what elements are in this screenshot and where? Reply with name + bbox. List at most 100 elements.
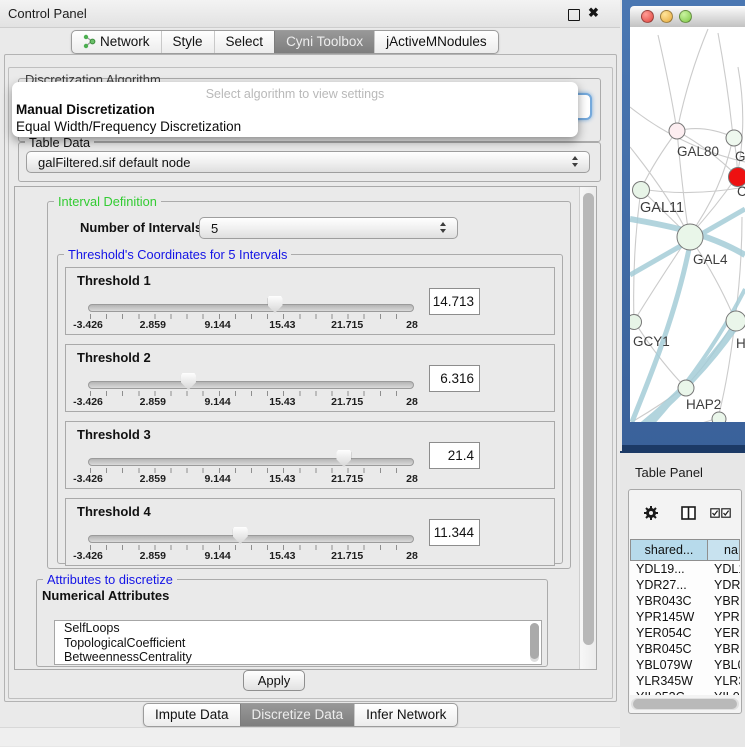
tab-jactivemnodules[interactable]: jActiveMNodules (374, 31, 498, 53)
zoom-traffic-light[interactable] (679, 10, 692, 23)
cell-shared-name[interactable]: YDR27... (630, 577, 708, 593)
attribute-item-selfloops[interactable]: SelfLoops (55, 621, 541, 636)
table-row[interactable]: YBR045CYBR0... (630, 641, 740, 657)
slider-track[interactable] (88, 535, 414, 543)
cell-shared-name[interactable]: YER054C (630, 625, 708, 641)
horizontal-scrollbar-thumb[interactable] (633, 699, 737, 709)
number-of-intervals-combo[interactable]: 5 (199, 217, 458, 239)
close-icon[interactable]: ✖ (588, 5, 599, 21)
table-row[interactable]: YLR345WYLR3... (630, 673, 740, 689)
threshold-slider[interactable]: -3.4262.8599.14415.4321.71528 (66, 345, 554, 411)
node-label-gal4: GAL4 (693, 252, 728, 267)
network-canvas[interactable]: GAL80 GA C GAL11 GAL4 GCY1 H HAP2 (630, 27, 745, 422)
cell-name[interactable]: YIL0... (708, 689, 740, 695)
vertical-scrollbar[interactable] (579, 187, 596, 669)
tick-label: -3.426 (73, 473, 103, 485)
gear-icon[interactable] (643, 505, 659, 521)
node-hap2[interactable] (678, 380, 694, 396)
table-data-combo-value: galFiltered.sif default node (38, 155, 190, 170)
apply-button[interactable]: Apply (243, 670, 305, 691)
cell-name[interactable]: YBR0... (708, 641, 740, 657)
cell-shared-name[interactable]: YBR045C (630, 641, 708, 657)
vertical-scrollbar-thumb[interactable] (583, 193, 594, 645)
algorithm-option-equal-width[interactable]: Equal Width/Frequency Discretization (16, 119, 241, 134)
checkbox-checked-icon[interactable] (721, 508, 731, 518)
tab-select[interactable]: Select (214, 31, 275, 53)
cell-shared-name[interactable]: YBR043C (630, 593, 708, 609)
tick-label: -3.426 (73, 550, 103, 562)
node-top-right[interactable] (726, 130, 742, 146)
control-panel-titlebar: Control Panel ✖ (0, 0, 620, 28)
threshold-value-field[interactable]: 11.344 (429, 519, 480, 546)
tab-infer-network[interactable]: Infer Network (354, 704, 457, 726)
table-row[interactable]: YPR145WYPR1... (630, 609, 740, 625)
tab-discretize-data[interactable]: Discretize Data (240, 704, 355, 726)
tab-cyni-toolbox[interactable]: Cyni Toolbox (274, 31, 374, 53)
column-header-shared-name[interactable]: shared... (630, 539, 708, 561)
node-h[interactable] (726, 311, 745, 331)
threshold-slider[interactable]: -3.4262.8599.14415.4321.71528 (66, 422, 554, 488)
network-window-titlebar[interactable] (630, 6, 745, 28)
slider-track[interactable] (88, 381, 414, 389)
close-traffic-light[interactable] (641, 10, 654, 23)
node-gal11[interactable] (633, 182, 650, 199)
table-panel-title: Table Panel (635, 465, 703, 480)
cell-name[interactable]: YDL1... (708, 561, 740, 577)
node-gal4[interactable] (677, 224, 703, 250)
cell-shared-name[interactable]: YPR145W (630, 609, 708, 625)
attributes-group: Attributes to discretize Numerical Attri… (36, 579, 548, 667)
cell-name[interactable]: YBR0... (708, 593, 740, 609)
tab-network[interactable]: Network (72, 31, 161, 53)
tick-label: 15.43 (269, 396, 295, 408)
node-gal80[interactable] (669, 123, 685, 139)
node-label-gal11: GAL11 (640, 200, 684, 216)
horizontal-scrollbar[interactable] (631, 698, 739, 710)
algorithm-option-manual[interactable]: Manual Discretization (16, 102, 155, 117)
tab-impute-data[interactable]: Impute Data (144, 704, 240, 726)
table-row[interactable]: YDL19...YDL1... (630, 561, 740, 577)
threshold-value-field[interactable]: 6.316 (429, 365, 480, 392)
slider-track[interactable] (88, 304, 414, 312)
node-label-partial-red: C (737, 184, 745, 199)
minimize-traffic-light[interactable] (660, 10, 673, 23)
interval-definition-title: Interval Definition (54, 194, 161, 209)
cell-shared-name[interactable]: YDL19... (630, 561, 708, 577)
tick-label: 28 (406, 396, 418, 408)
attribute-item-topologicalcoefficient[interactable]: TopologicalCoefficient (55, 636, 541, 651)
slider-track[interactable] (88, 458, 414, 466)
checkbox-checked-icon[interactable] (710, 508, 720, 518)
numerical-attributes-list[interactable]: SelfLoopsTopologicalCoefficientBetweenne… (54, 620, 542, 665)
cell-shared-name[interactable]: YBL079W (630, 657, 708, 673)
cell-name[interactable]: YER0... (708, 625, 740, 641)
threshold-value-field[interactable]: 14.713 (429, 288, 480, 315)
column-header-name[interactable]: na (708, 539, 740, 561)
float-window-icon[interactable] (568, 9, 580, 21)
list-scrollbar-thumb[interactable] (530, 623, 539, 659)
table-rows[interactable]: YDL19...YDL1...YDR27...YDR2...YBR043CYBR… (630, 561, 740, 695)
slider-tick-labels: -3.4262.8599.14415.4321.71528 (88, 473, 412, 485)
table-row[interactable]: YBL079WYBL0... (630, 657, 740, 673)
node-bottom[interactable] (712, 412, 726, 422)
threshold-value-field[interactable]: 21.4 (429, 442, 480, 469)
table-row[interactable]: YDR27...YDR2... (630, 577, 740, 593)
threshold-slider[interactable]: -3.4262.8599.14415.4321.71528 (66, 499, 554, 565)
network-icon (83, 34, 96, 49)
list-scrollbar[interactable] (530, 623, 539, 662)
cell-shared-name[interactable]: YLR345W (630, 673, 708, 689)
table-row[interactable]: YIL052CYIL0... (630, 689, 740, 695)
cell-name[interactable]: YBL0... (708, 657, 740, 673)
node-gcy1[interactable] (630, 315, 642, 330)
cell-name[interactable]: YPR1... (708, 609, 740, 625)
table-row[interactable]: YBR043CYBR0... (630, 593, 740, 609)
network-graph: GAL80 GA C GAL11 GAL4 GCY1 H HAP2 (630, 27, 745, 422)
tab-style[interactable]: Style (161, 31, 214, 53)
cell-name[interactable]: YDR2... (708, 577, 740, 593)
column-split-icon[interactable] (681, 506, 696, 520)
attribute-item-betweennesscentrality[interactable]: BetweennessCentrality (55, 650, 541, 665)
interval-definition-group: Interval Definition Number of Intervals … (47, 201, 571, 569)
threshold-slider[interactable]: -3.4262.8599.14415.4321.71528 (66, 268, 554, 334)
table-data-combo[interactable]: galFiltered.sif default node (26, 151, 590, 173)
table-row[interactable]: YER054CYER0... (630, 625, 740, 641)
cell-shared-name[interactable]: YIL052C (630, 689, 708, 695)
cell-name[interactable]: YLR3... (708, 673, 740, 689)
